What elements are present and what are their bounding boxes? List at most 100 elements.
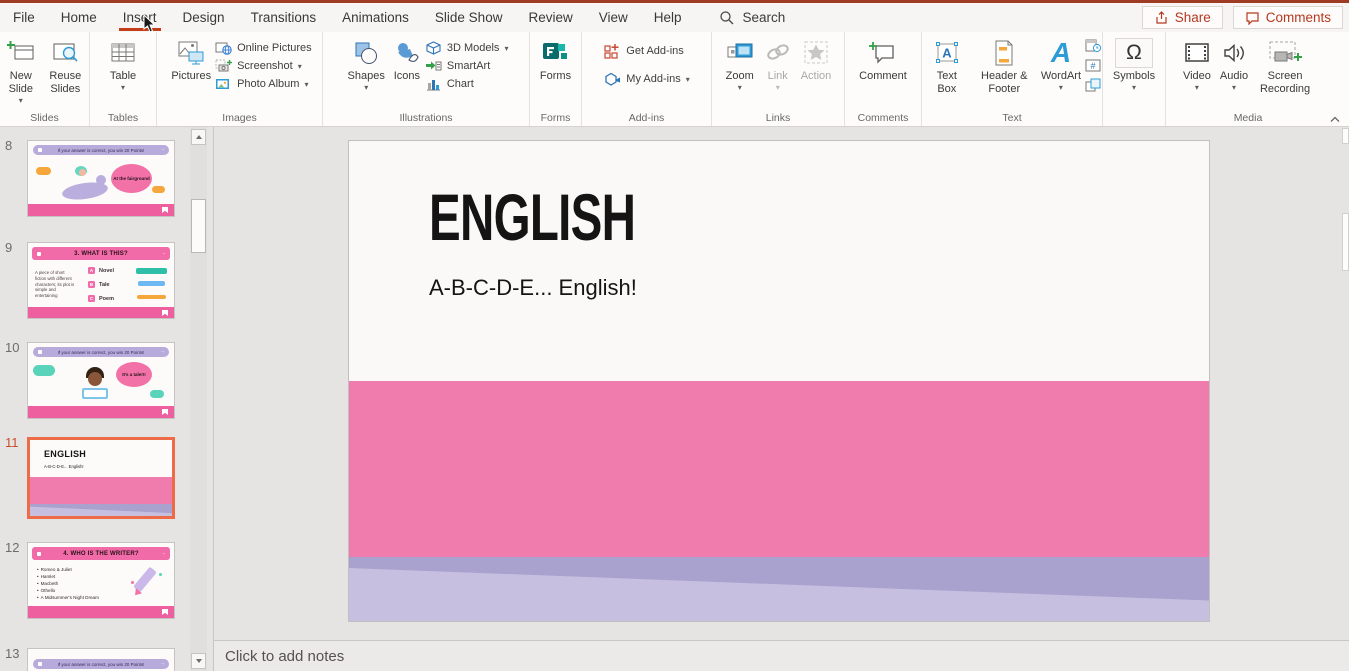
scroll-down-button[interactable]: [191, 653, 206, 669]
audio-button[interactable]: Audio ▾: [1216, 34, 1252, 94]
screenshot-icon: [215, 59, 232, 73]
icons-icon: [393, 36, 421, 70]
chart-button[interactable]: Chart: [425, 77, 509, 91]
slide-editing-canvas[interactable]: ENGLISH A-B-C-D-E... English!: [214, 127, 1349, 640]
tab-animations[interactable]: Animations: [329, 3, 422, 32]
book-illustration: [137, 295, 166, 299]
ribbon-group-label-images: Images: [157, 112, 322, 124]
slide-11-thumbnail-selected[interactable]: ENGLISH A-B-C-D-E... English!: [27, 437, 175, 519]
slide-12-thumbnail[interactable]: 4. WHO IS THE WRITER? → •Romeo & Juliet …: [27, 542, 175, 619]
share-button[interactable]: Share: [1142, 6, 1223, 29]
get-addins-button[interactable]: Get Add-ins: [603, 43, 689, 59]
dropdown-caret-icon: ▾: [1232, 84, 1236, 92]
cloud-illustration: [150, 390, 164, 398]
ribbon-group-label-illustrations: Illustrations: [323, 112, 529, 124]
list-item: Macbeth: [41, 581, 59, 588]
3d-models-icon: [425, 41, 442, 55]
bookmark-icon: [162, 409, 168, 415]
header-footer-button[interactable]: Header & Footer: [972, 34, 1037, 98]
slide-9-thumbnail[interactable]: 3. WHAT IS THIS? → A piece of short fict…: [27, 242, 175, 319]
online-pictures-label: Online Pictures: [237, 42, 312, 54]
scroll-up-button[interactable]: [191, 129, 206, 145]
dropdown-caret-icon: ▾: [1132, 84, 1136, 92]
ribbon-tabs: File Home Insert Design Transitions Anim…: [0, 3, 695, 32]
home-icon: [37, 552, 41, 556]
canvas-scrollbar-thumb[interactable]: [1342, 213, 1349, 271]
purple-band-shape: [349, 557, 1209, 622]
online-pictures-button[interactable]: Online Pictures: [215, 41, 312, 55]
book-illustration: [136, 268, 167, 274]
tab-slide-show[interactable]: Slide Show: [422, 3, 516, 32]
home-icon: [38, 350, 42, 354]
header-footer-icon: [992, 36, 1016, 70]
text-box-icon: A: [933, 36, 961, 70]
scrollbar-thumb[interactable]: [191, 199, 206, 253]
photo-album-button[interactable]: Photo Album ▾: [215, 77, 312, 91]
my-addins-button[interactable]: My Add-ins ▾: [603, 71, 689, 87]
option-key: B: [88, 281, 95, 288]
smartart-button[interactable]: SmartArt: [425, 59, 509, 73]
object-button[interactable]: [1085, 78, 1102, 93]
date-time-button[interactable]: [1085, 38, 1102, 53]
list-item: Hamlet: [41, 574, 56, 581]
tab-transitions[interactable]: Transitions: [238, 3, 330, 32]
tab-file[interactable]: File: [0, 3, 48, 32]
tab-view[interactable]: View: [586, 3, 641, 32]
banner: If your answer is correct, you win 20 Po…: [33, 145, 169, 155]
cloud-illustration: [36, 167, 51, 175]
reuse-slides-icon: [50, 36, 80, 70]
titlebar: File Home Insert Design Transitions Anim…: [0, 0, 1349, 32]
wordart-button[interactable]: A WordArt ▾: [1037, 34, 1085, 94]
slide-8-thumbnail[interactable]: If your answer is correct, you win 20 Po…: [27, 140, 175, 217]
screen-recording-button[interactable]: Screen Recording: [1252, 34, 1318, 98]
slide-13-thumbnail[interactable]: If your answer is correct, you win 20 Po…: [27, 648, 175, 671]
screenshot-button[interactable]: Screenshot ▾: [215, 59, 312, 73]
dropdown-caret-icon: ▾: [298, 63, 302, 71]
canvas-scroll-up-button[interactable]: [1342, 128, 1349, 144]
text-box-button[interactable]: A Text Box: [922, 34, 972, 98]
ribbon-group-illustrations: Shapes ▾ Icons 3D Models ▾ SmartArt: [323, 32, 530, 126]
pictures-button[interactable]: Pictures: [167, 34, 215, 85]
speech-bubble: At the fairground: [111, 164, 152, 193]
slide-title-text[interactable]: ENGLISH: [429, 179, 635, 255]
tab-help[interactable]: Help: [641, 3, 695, 32]
tab-home[interactable]: Home: [48, 3, 110, 32]
comments-button[interactable]: Comments: [1233, 6, 1343, 29]
option-key: A: [88, 267, 95, 274]
arrow-right-icon: →: [160, 662, 165, 667]
slide-10-thumbnail[interactable]: If your answer is correct, you win 20 Po…: [27, 342, 175, 419]
icons-button[interactable]: Icons: [389, 34, 425, 85]
tab-review[interactable]: Review: [515, 3, 585, 32]
dropdown-caret-icon: ▾: [304, 81, 308, 89]
comment-button[interactable]: Comment: [855, 34, 911, 85]
current-slide[interactable]: ENGLISH A-B-C-D-E... English!: [348, 140, 1210, 622]
option-b: B Tale: [88, 281, 110, 288]
chart-icon: [425, 77, 442, 91]
collapse-ribbon-button[interactable]: [1329, 115, 1341, 123]
link-button: Link ▾: [759, 34, 797, 94]
search-box[interactable]: Search: [719, 10, 786, 25]
slide-number-button[interactable]: #: [1085, 58, 1102, 73]
shapes-button[interactable]: Shapes ▾: [344, 34, 389, 94]
forms-button[interactable]: Forms: [536, 34, 575, 85]
audio-icon: [1221, 36, 1247, 70]
comment-label: Comment: [859, 70, 907, 83]
get-addins-label: Get Add-ins: [626, 45, 683, 57]
reuse-slides-button[interactable]: Reuse Slides: [42, 34, 89, 98]
video-button[interactable]: Video ▾: [1178, 34, 1216, 94]
banner: If your answer is correct, you win 20 Po…: [33, 347, 169, 357]
ribbon-group-images: Pictures Online Pictures Screenshot ▾ Ph: [157, 32, 323, 126]
dropdown-caret-icon: ▾: [1059, 84, 1063, 92]
notes-panel[interactable]: Click to add notes: [214, 640, 1349, 671]
icons-label: Icons: [394, 70, 420, 83]
symbols-button[interactable]: Ω Symbols ▾: [1109, 34, 1159, 94]
3d-models-button[interactable]: 3D Models ▾: [425, 41, 509, 55]
tab-insert[interactable]: Insert: [110, 3, 170, 32]
chart-label: Chart: [447, 78, 474, 90]
table-button[interactable]: Table ▾: [105, 34, 141, 94]
slide-subtitle-text[interactable]: A-B-C-D-E... English!: [429, 275, 637, 301]
new-slide-button[interactable]: New Slide ▾: [0, 34, 42, 107]
option-label: Novel: [99, 268, 114, 274]
tab-design[interactable]: Design: [170, 3, 238, 32]
zoom-button[interactable]: Zoom ▾: [721, 34, 759, 94]
